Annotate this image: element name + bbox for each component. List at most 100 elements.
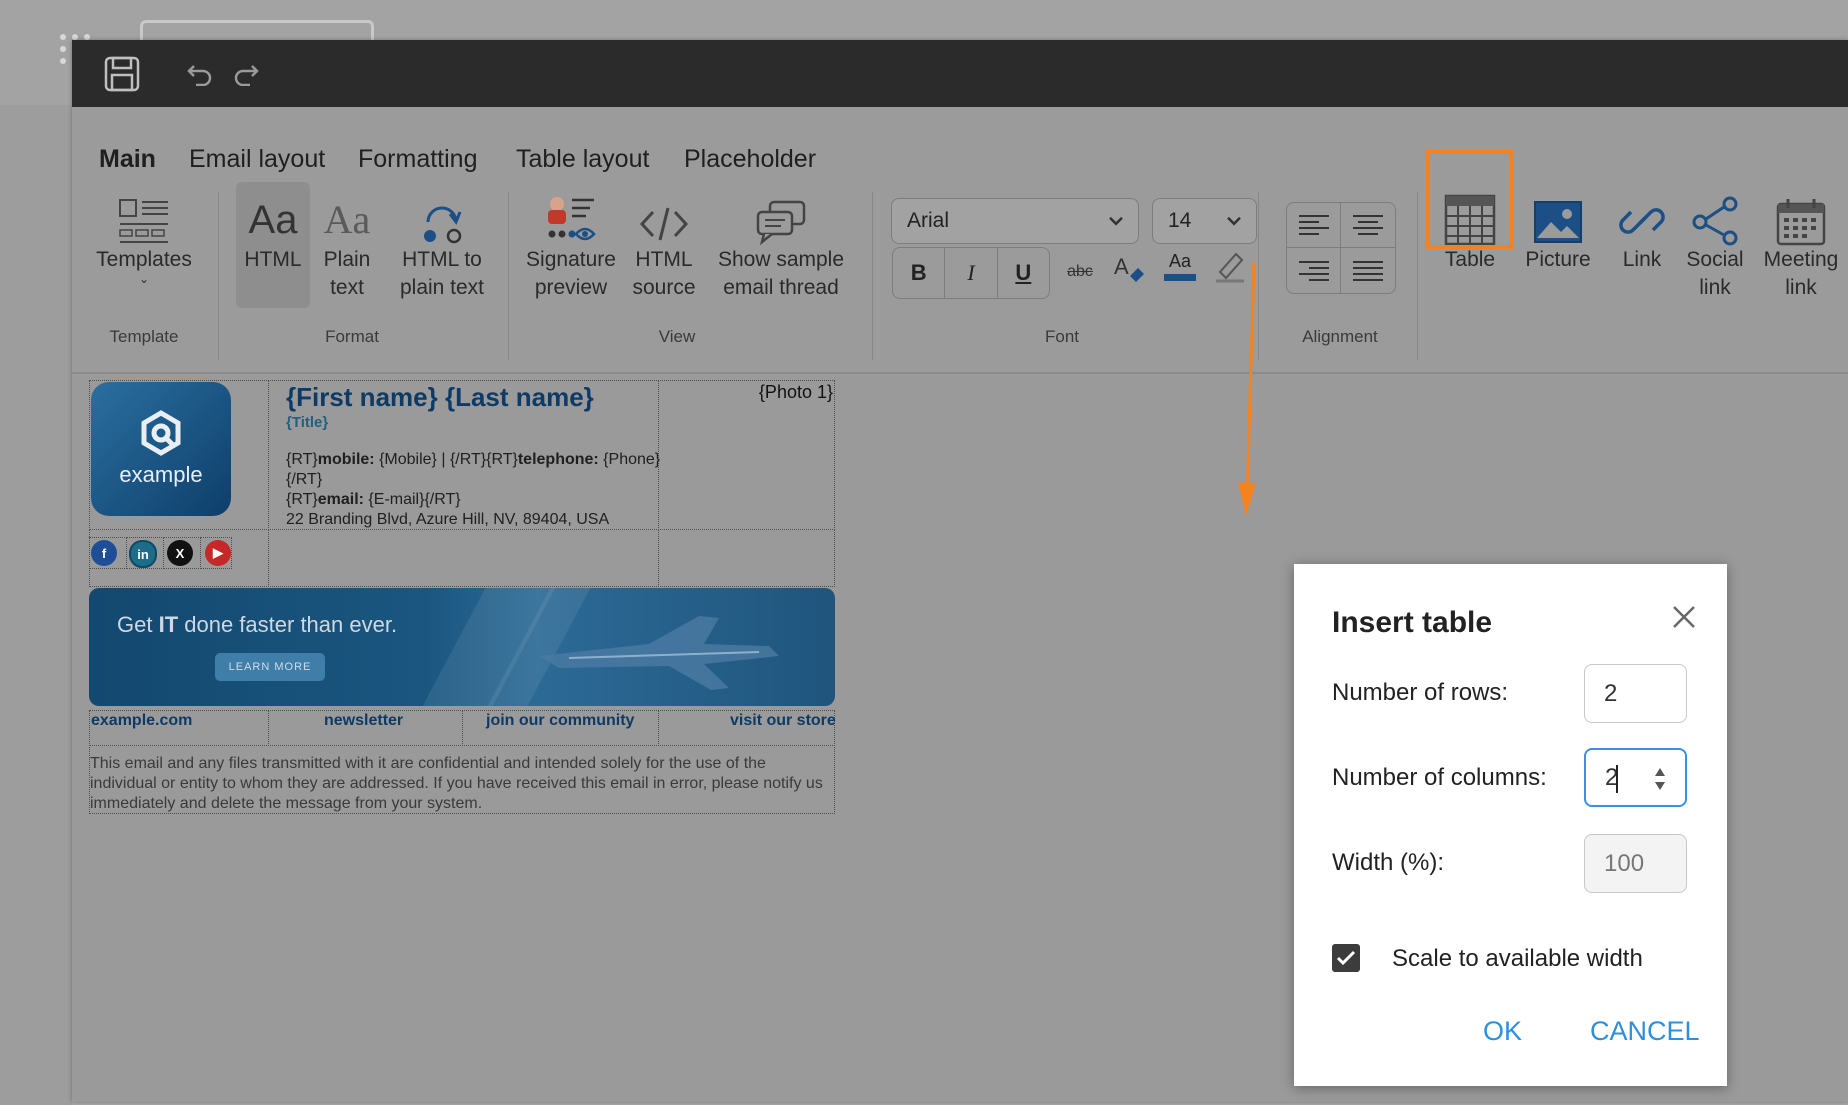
insert-link-button[interactable]: Link xyxy=(1612,186,1672,274)
text-style-buttons: B I U xyxy=(892,247,1050,299)
dialog-title: Insert table xyxy=(1332,606,1493,639)
table-cell[interactable] xyxy=(658,529,835,587)
jet-image xyxy=(539,616,779,690)
italic-button[interactable]: I xyxy=(945,248,998,298)
disclaimer-text[interactable]: This email and any files transmitted wit… xyxy=(90,754,834,814)
group-label-template: Template xyxy=(109,327,179,346)
plain-text-button[interactable]: Aa Plain text xyxy=(312,186,382,302)
signature-preview-button[interactable]: Signature preview xyxy=(522,186,620,302)
show-sample-label-2: email thread xyxy=(723,276,839,299)
tab-placeholder[interactable]: Placeholder xyxy=(684,145,816,174)
rows-label: Number of rows: xyxy=(1332,679,1509,706)
group-label-format: Format xyxy=(325,327,379,346)
html-button[interactable]: Aa HTML xyxy=(236,186,310,274)
redo-icon[interactable] xyxy=(230,58,262,90)
html-source-button[interactable]: HTML source xyxy=(626,186,702,302)
save-icon[interactable] xyxy=(102,54,142,94)
group-label-view: View xyxy=(658,327,696,346)
insert-picture-button[interactable]: Picture xyxy=(1516,186,1600,274)
banner-headline-post: done faster than ever. xyxy=(178,612,398,637)
width-label: Width (%): xyxy=(1332,849,1445,876)
signature-table[interactable]: example {First name} {Last name} {Title}… xyxy=(89,380,836,814)
insert-table-dialog: Insert table Number of rows: 2 Number of… xyxy=(1294,564,1727,1086)
plain-text-icon: Aa xyxy=(323,197,371,242)
close-icon[interactable] xyxy=(1671,604,1697,635)
email-placeholder: {E-mail}{/RT} xyxy=(363,491,461,508)
name-placeholder[interactable]: {First name} {Last name} xyxy=(286,382,594,413)
chevron-down-icon xyxy=(1226,208,1242,232)
social-link-label-1: Social xyxy=(1686,248,1744,271)
title-placeholder[interactable]: {Title} xyxy=(286,414,328,431)
plain-text-label-2: text xyxy=(330,276,364,299)
logo-text: example xyxy=(119,462,203,487)
link-newsletter[interactable]: newsletter xyxy=(324,712,403,730)
templates-button[interactable]: Templates ⌄ xyxy=(86,186,202,285)
align-right-icon[interactable] xyxy=(1287,248,1341,293)
ribbon-separator xyxy=(872,192,873,360)
banner-headline: Get IT done faster than ever. xyxy=(117,612,397,638)
calendar-icon xyxy=(1758,186,1844,246)
underline-button[interactable]: U xyxy=(998,248,1049,298)
meeting-link-label-1: Meeting xyxy=(1763,248,1839,271)
checkmark-icon xyxy=(1336,950,1356,966)
table-button-highlight xyxy=(1426,150,1514,249)
align-left-icon[interactable] xyxy=(1287,203,1341,248)
clear-format-icon[interactable]: A xyxy=(1110,250,1150,290)
promo-banner[interactable]: Get IT done faster than ever. LEARN MORE xyxy=(89,588,835,706)
rows-input[interactable]: 2 xyxy=(1584,664,1687,723)
html-to-plain-icon xyxy=(390,186,494,246)
font-size-select[interactable]: 14 xyxy=(1152,198,1257,244)
columns-input[interactable]: 2 xyxy=(1584,748,1687,807)
link-store[interactable]: visit our store xyxy=(730,712,836,730)
font-family-select[interactable]: Arial xyxy=(891,198,1139,244)
font-color-label: Aa xyxy=(1168,251,1192,271)
bold-button[interactable]: B xyxy=(893,248,946,298)
group-label-font: Font xyxy=(1044,327,1080,346)
link-website[interactable]: example.com xyxy=(91,712,192,730)
font-family-value: Arial xyxy=(907,209,950,232)
photo-placeholder[interactable]: {Photo 1} xyxy=(759,382,833,403)
insert-social-link-button[interactable]: Social link xyxy=(1678,186,1752,302)
scale-checkbox[interactable] xyxy=(1332,944,1360,972)
email-thread-icon xyxy=(708,186,854,246)
show-sample-email-thread-button[interactable]: Show sample email thread xyxy=(708,186,854,302)
tab-main[interactable]: Main xyxy=(99,145,156,174)
font-color-button[interactable]: Aa xyxy=(1160,248,1200,281)
signature-preview-label-1: Signature xyxy=(526,248,616,271)
insert-meeting-link-button[interactable]: Meeting link xyxy=(1758,186,1844,302)
undo-icon[interactable] xyxy=(184,58,216,90)
width-value: 100 xyxy=(1604,849,1645,877)
ok-button[interactable]: OK xyxy=(1483,1016,1522,1047)
email-label: email: xyxy=(317,491,364,508)
link-community[interactable]: join our community xyxy=(486,712,634,730)
align-center-icon[interactable] xyxy=(1341,203,1395,248)
scale-label[interactable]: Scale to available width xyxy=(1392,945,1643,973)
rows-value: 2 xyxy=(1604,679,1618,707)
social-cell xyxy=(200,537,232,569)
tab-formatting[interactable]: Formatting xyxy=(358,145,477,174)
html-to-plain-text-button[interactable]: HTML to plain text xyxy=(390,186,494,302)
cancel-button[interactable]: CANCEL xyxy=(1590,1016,1700,1047)
learn-more-button[interactable]: LEARN MORE xyxy=(215,653,325,681)
tab-table-layout[interactable]: Table layout xyxy=(516,145,649,174)
align-justify-icon[interactable] xyxy=(1341,248,1395,293)
banner-headline-pre: Get xyxy=(117,612,159,637)
table-cell[interactable] xyxy=(268,529,659,587)
alignment-buttons xyxy=(1286,202,1396,294)
contact-details[interactable]: {RT}mobile: {Mobile} | {/RT}{RT}telephon… xyxy=(286,450,660,530)
html-format-icon: Aa xyxy=(248,198,298,242)
logo-mark-icon xyxy=(141,410,181,456)
signature-editor-window: Main Email layout Formatting Table layou… xyxy=(72,40,1848,1102)
width-input[interactable]: 100 xyxy=(1584,834,1687,893)
rt-tag: {RT} xyxy=(286,491,318,508)
share-icon xyxy=(1678,186,1752,246)
svg-text:A: A xyxy=(1114,254,1129,279)
callout-arrow-icon xyxy=(1238,261,1256,516)
strikethrough-button[interactable]: abc xyxy=(1060,258,1100,286)
tab-email-layout[interactable]: Email layout xyxy=(189,145,325,174)
number-spinner-icon[interactable] xyxy=(1653,764,1667,801)
group-label-alignment: Alignment xyxy=(1302,327,1378,346)
social-cell xyxy=(89,537,127,569)
columns-label: Number of columns: xyxy=(1332,764,1547,791)
picture-label: Picture xyxy=(1525,248,1591,271)
